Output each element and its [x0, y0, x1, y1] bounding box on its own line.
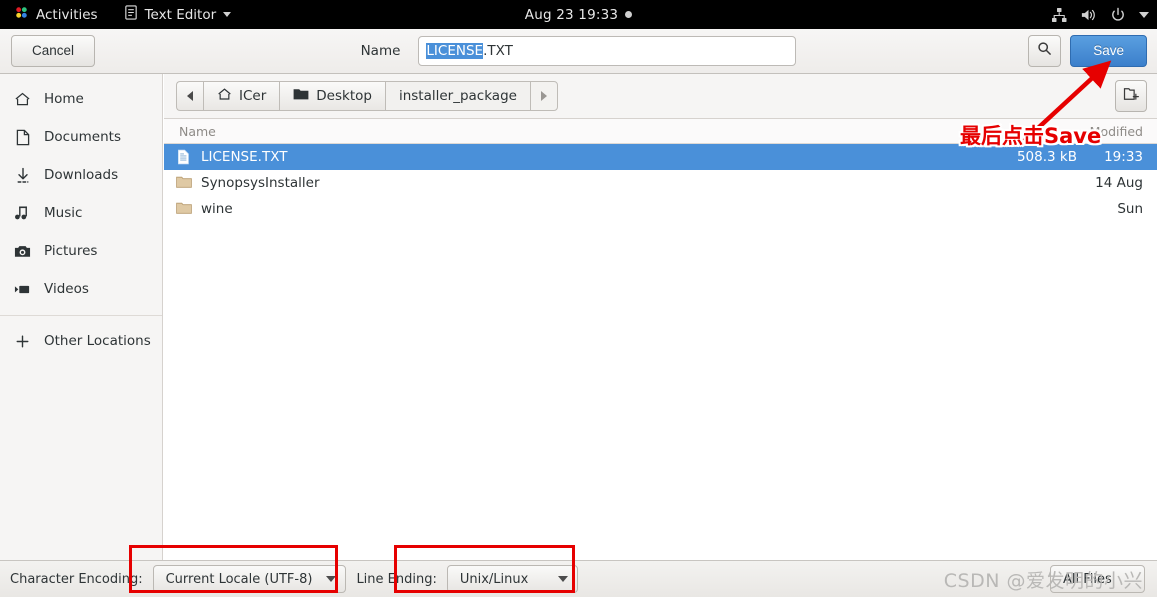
system-status-area[interactable]	[1051, 0, 1149, 29]
file-name: wine	[201, 201, 233, 217]
new-folder-icon	[1123, 86, 1140, 107]
new-folder-button[interactable]	[1115, 80, 1147, 112]
music-icon	[14, 205, 31, 222]
breadcrumb-label: Desktop	[316, 88, 372, 104]
sidebar-divider	[0, 315, 162, 316]
triangle-right-icon	[540, 91, 547, 101]
sidebar-label: Documents	[44, 129, 121, 145]
breadcrumb-label: installer_package	[398, 88, 517, 104]
filename-selected-text: LICENSE	[426, 43, 484, 59]
home-icon	[14, 91, 31, 108]
text-editor-icon	[124, 5, 138, 24]
sidebar-label: Home	[44, 91, 84, 107]
file-icon	[176, 149, 191, 165]
table-row[interactable]: wine Sun	[164, 196, 1157, 222]
column-header-name[interactable]: Name	[164, 124, 967, 139]
sidebar-item-other-locations[interactable]: Other Locations	[0, 322, 162, 360]
line-ending-label: Line Ending:	[356, 571, 437, 587]
folder-icon	[176, 201, 192, 217]
clock-label[interactable]: Aug 23 19:33	[525, 7, 618, 23]
volume-icon	[1080, 7, 1097, 23]
sidebar-item-documents[interactable]: Documents	[0, 118, 162, 156]
pictures-icon	[14, 243, 31, 260]
filename-group: Name LICENSE .TXT	[0, 36, 1157, 66]
path-forward-button[interactable]	[529, 81, 558, 111]
activities-label: Activities	[36, 6, 98, 23]
filename-extension-text: .TXT	[483, 43, 513, 59]
top-bar-left-group: Activities Text Editor	[0, 3, 237, 26]
home-icon	[217, 87, 232, 105]
file-modified: 19:33	[1104, 149, 1143, 165]
line-ending-value: Unix/Linux	[459, 571, 529, 587]
chevron-down-icon	[557, 576, 568, 582]
dialog-bottom-bar: Character Encoding: Current Locale (UTF-…	[0, 560, 1157, 597]
breadcrumb: ICer Desktop installer_package	[176, 81, 558, 111]
gnome-top-bar: Activities Text Editor Aug 23 19:33	[0, 0, 1157, 29]
power-icon	[1110, 7, 1126, 23]
folder-icon	[176, 175, 192, 191]
chevron-down-icon	[223, 12, 232, 17]
file-modified: 14 Aug	[1095, 175, 1143, 191]
breadcrumb-item-desktop[interactable]: Desktop	[279, 81, 385, 111]
downloads-icon	[14, 167, 31, 184]
triangle-left-icon	[187, 91, 193, 101]
sidebar-label: Downloads	[44, 167, 119, 183]
sidebar-item-videos[interactable]: Videos	[0, 270, 162, 308]
dialog-header-bar: Cancel Name LICENSE .TXT Save	[0, 29, 1157, 74]
header-right-group: Save	[1028, 35, 1147, 67]
encoding-label: Character Encoding:	[10, 571, 143, 587]
line-ending-dropdown[interactable]: Unix/Linux	[446, 565, 578, 593]
plus-icon	[14, 333, 31, 350]
places-sidebar: Home Documents Downloads Music Pictures …	[0, 74, 163, 560]
folder-icon	[293, 87, 309, 105]
file-list: LICENSE.TXT 508.3 kB 19:33 SynopsysInsta…	[164, 144, 1157, 222]
file-name: LICENSE.TXT	[201, 149, 288, 165]
chevron-down-icon	[326, 576, 337, 582]
search-icon	[1037, 41, 1052, 61]
file-save-dialog-screen: Activities Text Editor Aug 23 19:33 Canc…	[0, 0, 1157, 597]
file-modified: Sun	[1117, 201, 1143, 217]
app-menu-label: Text Editor	[144, 6, 217, 23]
sidebar-label: Music	[44, 205, 83, 221]
sidebar-item-pictures[interactable]: Pictures	[0, 232, 162, 270]
name-label: Name	[360, 43, 401, 59]
path-bar-row: ICer Desktop installer_package	[164, 74, 1157, 119]
file-filter-value: All Files	[1063, 571, 1112, 587]
breadcrumb-label: ICer	[239, 88, 267, 104]
table-row[interactable]: SynopsysInstaller 14 Aug	[164, 170, 1157, 196]
sidebar-item-downloads[interactable]: Downloads	[0, 156, 162, 194]
encoding-value: Current Locale (UTF-8)	[165, 571, 313, 587]
documents-icon	[14, 129, 31, 146]
chevron-down-icon[interactable]	[1139, 11, 1149, 18]
filename-input[interactable]: LICENSE .TXT	[418, 36, 797, 66]
breadcrumb-item-icer[interactable]: ICer	[203, 81, 280, 111]
sidebar-label: Videos	[44, 281, 89, 297]
annotation-callout-text: 最后点击Save	[960, 124, 1102, 148]
recording-dot-icon	[625, 11, 633, 18]
videos-icon	[14, 281, 31, 298]
search-button[interactable]	[1028, 35, 1062, 67]
activities-button[interactable]: Activities	[8, 3, 104, 26]
activities-icon	[14, 5, 29, 24]
sidebar-item-music[interactable]: Music	[0, 194, 162, 232]
sidebar-label: Pictures	[44, 243, 98, 259]
save-button[interactable]: Save	[1070, 35, 1147, 67]
path-back-button[interactable]	[176, 81, 203, 111]
file-size: 508.3 kB	[1016, 149, 1077, 165]
character-encoding-dropdown[interactable]: Current Locale (UTF-8)	[152, 565, 347, 593]
file-name: SynopsysInstaller	[201, 175, 320, 191]
breadcrumb-item-installer-package[interactable]: installer_package	[384, 81, 530, 111]
sidebar-item-home[interactable]: Home	[0, 80, 162, 118]
app-menu-button[interactable]: Text Editor	[118, 3, 238, 26]
file-filter-dropdown[interactable]: All Files	[1050, 565, 1145, 593]
network-icon	[1051, 7, 1067, 23]
sidebar-label: Other Locations	[44, 333, 151, 349]
